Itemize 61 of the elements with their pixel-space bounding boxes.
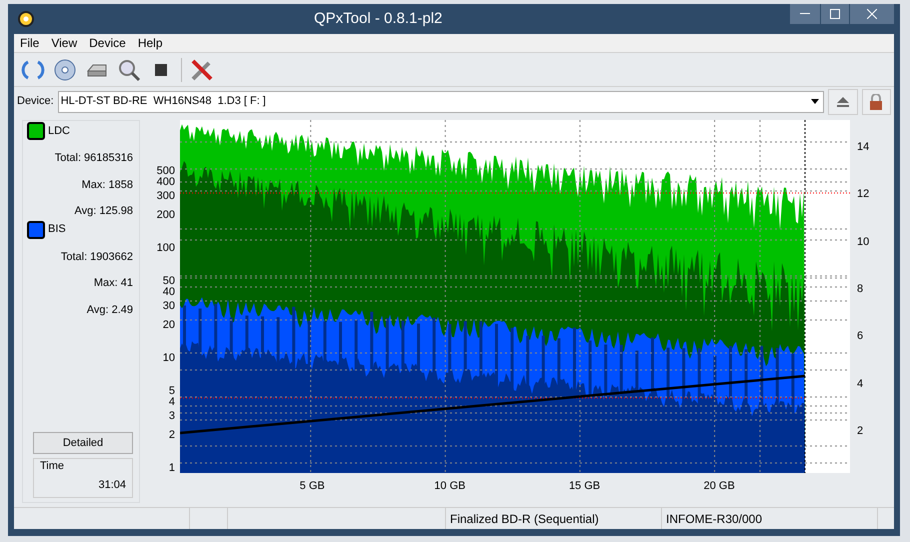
close-button[interactable] bbox=[850, 4, 894, 24]
eject-icon bbox=[836, 96, 849, 106]
axis-tick-label: 200 bbox=[156, 208, 175, 223]
eject-button[interactable] bbox=[828, 88, 858, 114]
axis-tick-label: 300 bbox=[156, 188, 175, 204]
axis-tick-label: 10 GB bbox=[434, 479, 466, 494]
axis-tick-label: 1 bbox=[168, 461, 175, 476]
legend-label: BIS bbox=[48, 222, 66, 238]
detailed-button[interactable]: Detailed bbox=[33, 432, 133, 454]
close-icon bbox=[867, 9, 877, 19]
menu-item[interactable]: Device bbox=[89, 34, 126, 52]
magnifier-icon bbox=[117, 58, 141, 82]
axis-tick-label: 50 bbox=[162, 274, 175, 288]
padlock-icon bbox=[869, 94, 884, 110]
stat-value: Avg: 2.49 bbox=[86, 302, 133, 318]
stat-value: Max: 1858 bbox=[82, 178, 133, 192]
axis-tick-label: 10 bbox=[162, 351, 175, 366]
axis-tick-label: 30 bbox=[162, 298, 175, 314]
axis-tick-label: 4 bbox=[857, 376, 864, 392]
axis-tick-label: 5 GB bbox=[300, 479, 325, 494]
stat-value: Total: 96185316 bbox=[54, 151, 133, 166]
time-label: Time bbox=[40, 459, 64, 474]
stat-value: Total: 1903662 bbox=[60, 250, 133, 264]
stat-value: Avg: 125.98 bbox=[74, 204, 133, 219]
refresh-icon bbox=[21, 58, 45, 82]
maximize-icon bbox=[830, 9, 840, 19]
legend-label: LDC bbox=[48, 124, 70, 139]
axis-tick-label: 400 bbox=[156, 174, 175, 190]
axis-tick-label: 40 bbox=[162, 284, 175, 300]
minimize-icon bbox=[800, 13, 810, 15]
axis-tick-label: 2 bbox=[168, 428, 175, 443]
axis-tick-label: 8 bbox=[857, 282, 864, 297]
device-dropdown[interactable]: HL-DT-ST BD-RE WH16NS48 1.D3 [ F: ] bbox=[58, 90, 824, 112]
axis-tick-label: 12 bbox=[857, 187, 870, 202]
axis-tick-label: 500 bbox=[156, 164, 175, 178]
axis-tick-label: 100 bbox=[156, 241, 175, 256]
dropdown-arrow-icon bbox=[811, 99, 820, 104]
menu-item[interactable]: Help bbox=[138, 34, 163, 52]
stop-icon bbox=[155, 64, 167, 76]
axis-tick-label: 15 GB bbox=[568, 479, 600, 494]
stat-value: Max: 41 bbox=[94, 276, 133, 291]
device-label: Device: bbox=[17, 94, 54, 110]
status-text: INFOME-R30/000 bbox=[662, 508, 878, 529]
axis-tick-label: 3 bbox=[168, 408, 175, 424]
axis-tick-label: 4 bbox=[168, 394, 175, 410]
axis-tick-label: 2 bbox=[857, 424, 864, 439]
menu-item[interactable]: View bbox=[51, 34, 78, 52]
maximize-button[interactable] bbox=[820, 4, 850, 24]
status-text: Finalized BD-R (Sequential) bbox=[446, 508, 662, 529]
axis-tick-label: 6 bbox=[857, 329, 864, 344]
axis-tick-label: 20 bbox=[162, 318, 175, 333]
window-title: QPxTool - 0.8.1-pl2 bbox=[314, 8, 442, 29]
axis-tick-label: 14 bbox=[857, 140, 870, 155]
axis-tick-label: 10 bbox=[857, 234, 870, 250]
axis-tick-label: 20 GB bbox=[704, 479, 735, 494]
app-logo-icon bbox=[18, 11, 34, 27]
disc-icon bbox=[53, 58, 77, 82]
time-value: 31:04 bbox=[98, 478, 126, 492]
axis-tick-label: 5 bbox=[168, 384, 175, 398]
lock-button[interactable] bbox=[862, 88, 891, 114]
menu-item[interactable]: File bbox=[20, 34, 40, 52]
